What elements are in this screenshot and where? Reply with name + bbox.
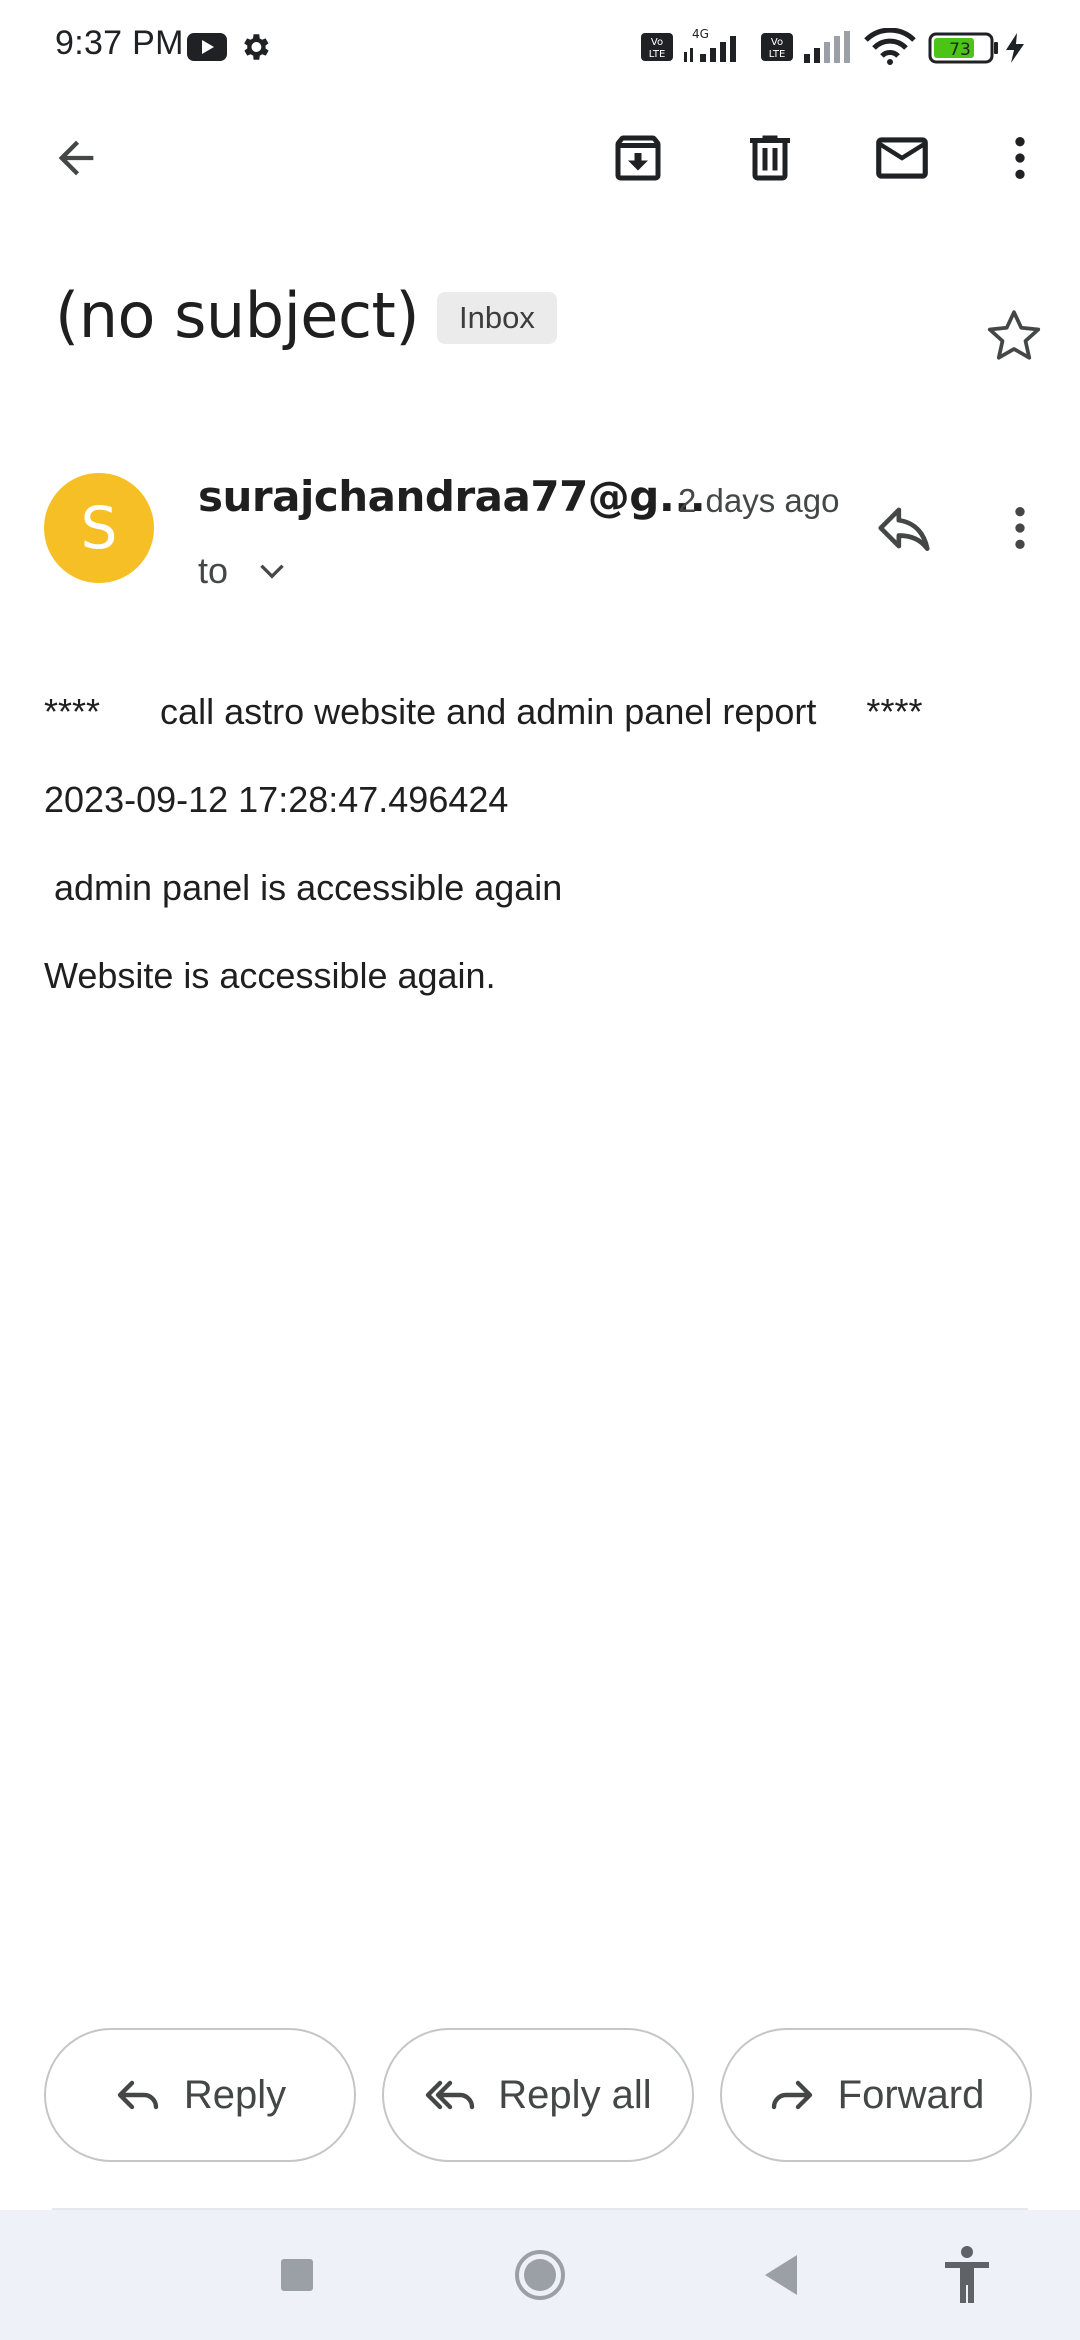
volte-icon: Vo LTE [641,33,673,61]
svg-text:Vo: Vo [771,37,783,48]
mark-unread-button[interactable] [854,110,950,206]
sender-avatar[interactable]: S [44,473,154,583]
status-bar: 9:37 PM Vo LTE 4G Vo LTE 73 [0,0,1080,96]
charging-icon [1006,33,1024,63]
settings-icon [244,34,269,60]
battery-level-text: 73 [949,40,971,60]
forward-button[interactable]: Forward [720,2028,1032,2162]
signal-4g-icon: 4G [684,27,736,62]
recipients-toggle[interactable]: to [198,550,290,592]
signal-icon [804,31,850,63]
recents-button[interactable] [252,2230,342,2320]
reply-icon [878,507,930,551]
recents-square-icon [281,2259,313,2291]
subject-row: (no subject) Inbox [55,270,557,360]
more-vert-icon [1015,137,1025,179]
reply-icon-button[interactable] [856,480,952,576]
delete-icon [750,135,790,181]
star-button[interactable] [966,288,1062,384]
wifi-icon [864,28,916,65]
mark-unread-icon [876,137,928,179]
top-app-bar [0,110,1080,214]
reply-all-button[interactable]: Reply all [382,2028,694,2162]
delete-button[interactable] [722,110,818,206]
email-view-screen: 9:37 PM Vo LTE 4G Vo LTE 73 (no subject)… [0,0,1080,2340]
sender-name: surajchandraa77@g... [198,472,706,521]
archive-icon [615,135,661,181]
more-options-button[interactable] [972,110,1068,206]
email-body: **** call astro website and admin panel … [44,690,1034,1042]
email-subject: (no subject) [55,278,420,352]
system-back-button[interactable] [736,2230,826,2320]
battery-icon: 73 [928,32,998,64]
body-line: Website is accessible again. [44,955,496,996]
reply-label: Reply [183,2072,287,2117]
status-time: 9:37 PM [55,24,184,62]
body-line: 2023-09-12 17:28:47.496424 [44,779,509,820]
more-vert-icon [1015,507,1025,549]
star-outline-icon [987,310,1041,360]
reply-all-label: Reply all [498,2072,652,2117]
email-time: 2 days ago [678,482,840,519]
reply-icon [117,2080,159,2110]
reply-all-icon [426,2080,475,2110]
forward-icon [771,2080,812,2110]
chevron-down-icon [260,564,284,579]
accessibility-icon [945,2246,989,2303]
to-label: to [198,550,229,591]
archive-button[interactable] [590,110,686,206]
body-line: admin panel is accessible again [44,867,563,908]
inbox-label-chip[interactable]: Inbox [437,292,557,344]
back-button[interactable] [28,110,124,206]
svg-text:LTE: LTE [649,49,666,60]
svg-text:4G: 4G [692,27,709,41]
home-button[interactable] [495,2230,585,2320]
back-triangle-icon [765,2255,797,2295]
svg-text:LTE: LTE [769,49,786,60]
accessibility-button[interactable] [922,2230,1012,2320]
body-line: **** call astro website and admin panel … [44,691,923,732]
home-circle-icon [515,2250,565,2300]
svg-text:Vo: Vo [651,37,663,48]
action-buttons: Reply Reply all Forward [44,2028,1036,2164]
volte-icon: Vo LTE [761,33,793,61]
system-nav-bar [0,2210,1080,2340]
back-arrow-icon [58,140,94,176]
youtube-icon [187,33,227,61]
message-more-button[interactable] [972,480,1068,576]
forward-label: Forward [837,2072,985,2117]
reply-button[interactable]: Reply [44,2028,356,2162]
